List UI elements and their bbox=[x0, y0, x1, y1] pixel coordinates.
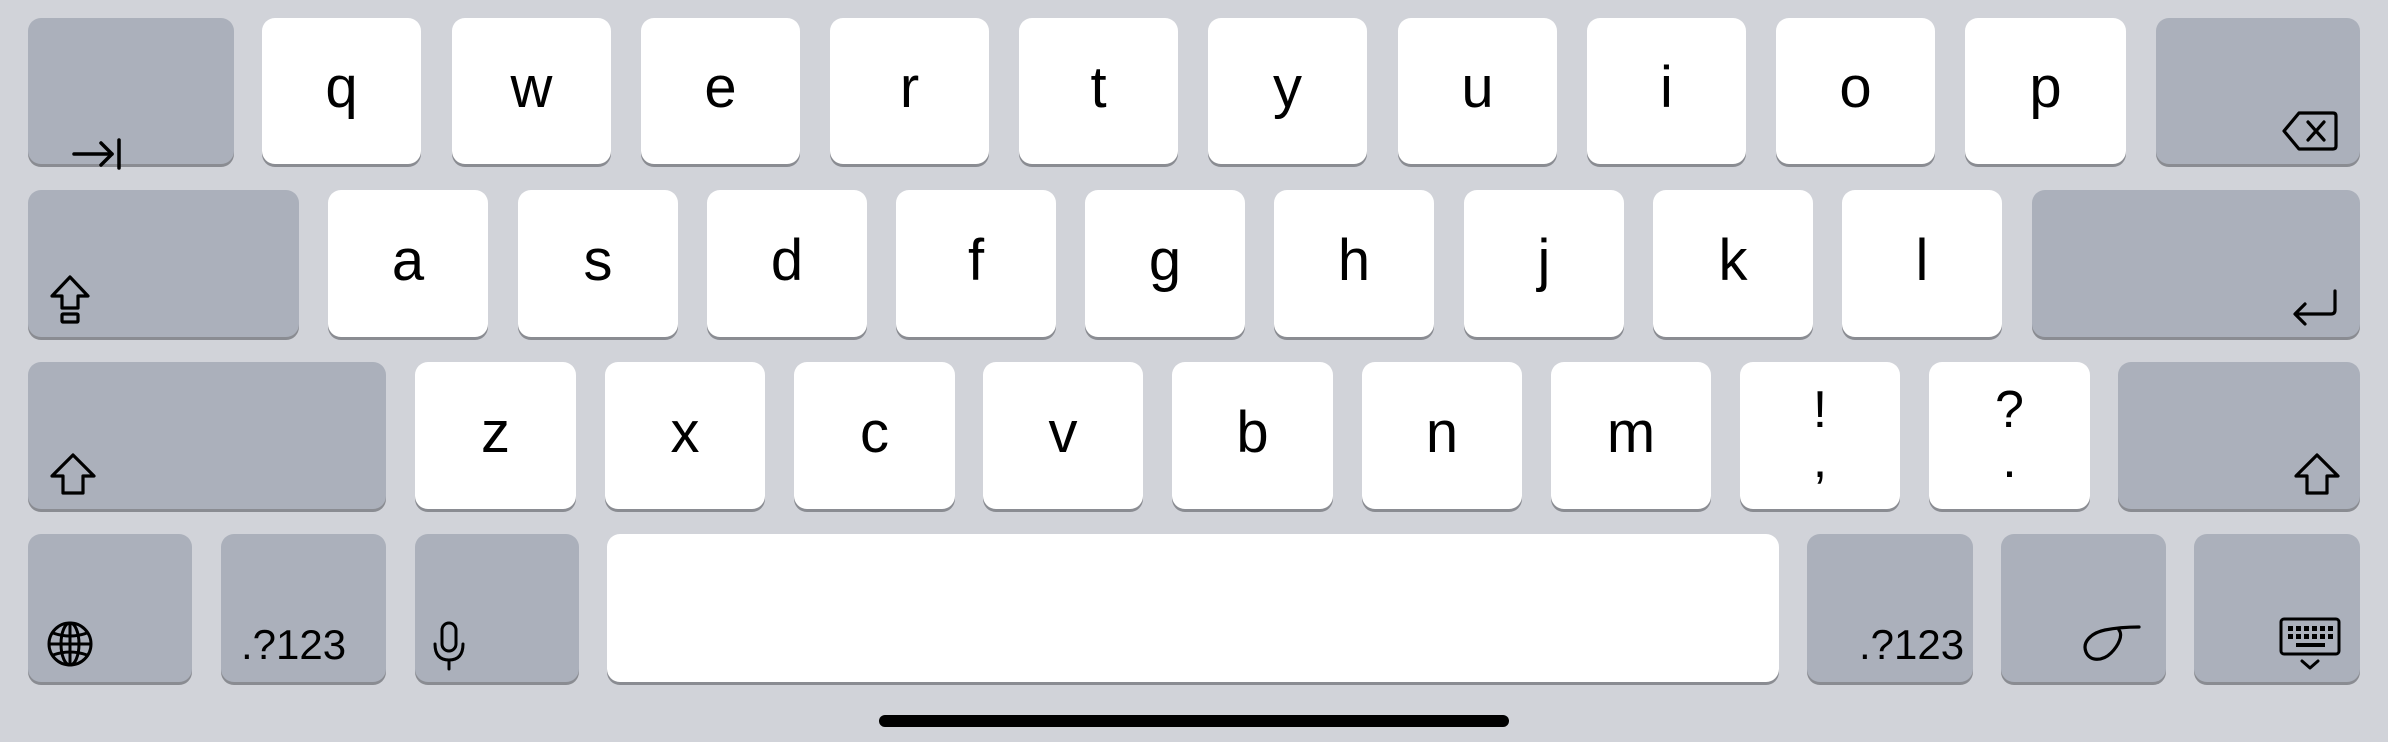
key-label: m bbox=[1606, 399, 1656, 465]
key-top-label: ! bbox=[1812, 381, 1828, 439]
key-z[interactable]: z bbox=[415, 362, 576, 509]
key-label: b bbox=[1236, 399, 1269, 465]
key-o[interactable]: o bbox=[1776, 18, 1935, 164]
key-label: g bbox=[1148, 227, 1182, 293]
tab-icon bbox=[72, 138, 121, 170]
key-s[interactable]: s bbox=[518, 190, 678, 337]
return-key[interactable] bbox=[2032, 190, 2360, 337]
key-g[interactable]: g bbox=[1085, 190, 1245, 337]
key-x[interactable]: x bbox=[605, 362, 765, 509]
key-h[interactable]: h bbox=[1274, 190, 1434, 337]
key-bottom-label: , bbox=[1812, 431, 1828, 489]
key-m[interactable]: m bbox=[1551, 362, 1711, 509]
dictation-key[interactable] bbox=[415, 534, 579, 682]
key-label: p bbox=[2029, 55, 2062, 120]
key-label: h bbox=[1337, 227, 1371, 293]
question-period-key[interactable]: ? . bbox=[1929, 362, 2090, 509]
tab-key[interactable] bbox=[28, 18, 234, 170]
dismiss-keyboard-key[interactable] bbox=[2194, 534, 2360, 682]
key-label: c bbox=[860, 399, 889, 465]
key-label: o bbox=[1839, 55, 1872, 120]
delete-key[interactable] bbox=[2156, 18, 2360, 164]
numbers-key-right[interactable]: .?123 bbox=[1807, 534, 1973, 682]
numbers-key-label: .?123 bbox=[1859, 621, 1965, 668]
left-shift-key[interactable] bbox=[28, 362, 386, 509]
key-top-label: ? bbox=[1995, 381, 2024, 439]
key-label: w bbox=[510, 55, 553, 120]
key-label: r bbox=[899, 55, 920, 120]
key-label: k bbox=[1718, 227, 1748, 293]
key-label: t bbox=[1090, 55, 1107, 120]
key-label: v bbox=[1048, 399, 1078, 465]
shift-icon bbox=[2294, 453, 2340, 495]
shift-icon bbox=[50, 453, 96, 495]
caps-lock-key[interactable] bbox=[28, 190, 299, 337]
key-u[interactable]: u bbox=[1398, 18, 1557, 164]
key-label: i bbox=[1660, 55, 1673, 120]
key-n[interactable]: n bbox=[1362, 362, 1522, 509]
globe-key[interactable] bbox=[28, 534, 192, 682]
key-label: e bbox=[704, 55, 737, 120]
key-label: y bbox=[1273, 55, 1302, 120]
key-label: a bbox=[391, 227, 425, 293]
microphone-icon bbox=[433, 621, 465, 671]
right-shift-key[interactable] bbox=[2118, 362, 2360, 509]
exclamation-comma-key[interactable]: ! , bbox=[1740, 362, 1900, 509]
key-label: x bbox=[670, 399, 700, 465]
key-label: z bbox=[481, 399, 510, 465]
home-indicator[interactable] bbox=[879, 715, 1509, 727]
key-y[interactable]: y bbox=[1208, 18, 1367, 164]
numbers-key-left[interactable]: .?123 bbox=[221, 534, 386, 682]
key-q[interactable]: q bbox=[262, 18, 421, 164]
key-w[interactable]: w bbox=[452, 18, 611, 164]
key-p[interactable]: p bbox=[1965, 18, 2126, 164]
space-bar[interactable] bbox=[607, 534, 1779, 682]
key-a[interactable]: a bbox=[328, 190, 488, 337]
key-e[interactable]: e bbox=[641, 18, 800, 164]
delete-icon bbox=[2282, 111, 2338, 151]
key-label: j bbox=[1537, 227, 1551, 293]
key-v[interactable]: v bbox=[983, 362, 1143, 509]
return-icon bbox=[2293, 289, 2337, 326]
key-l[interactable]: l bbox=[1842, 190, 2002, 337]
key-label: u bbox=[1461, 55, 1494, 120]
handwriting-key[interactable] bbox=[2001, 534, 2166, 682]
caps-lock-icon bbox=[50, 275, 90, 324]
keyboard-dismiss-icon bbox=[2279, 617, 2341, 670]
onscreen-keyboard: q w e r t y u i o p a s d f g h j k l z … bbox=[0, 0, 2388, 742]
key-f[interactable]: f bbox=[896, 190, 1056, 337]
key-label: n bbox=[1425, 399, 1459, 465]
scribble-icon bbox=[2083, 625, 2141, 661]
key-j[interactable]: j bbox=[1464, 190, 1624, 337]
key-i[interactable]: i bbox=[1587, 18, 1746, 164]
key-r[interactable]: r bbox=[830, 18, 989, 164]
key-label: d bbox=[770, 227, 804, 293]
globe-icon bbox=[47, 621, 93, 667]
key-label: f bbox=[967, 227, 985, 293]
key-d[interactable]: d bbox=[707, 190, 867, 337]
key-k[interactable]: k bbox=[1653, 190, 1813, 337]
key-bottom-label: . bbox=[2002, 431, 2017, 489]
key-label: q bbox=[325, 55, 358, 120]
key-label: l bbox=[1915, 227, 1929, 293]
key-b[interactable]: b bbox=[1172, 362, 1333, 509]
key-t[interactable]: t bbox=[1019, 18, 1178, 164]
key-label: s bbox=[583, 227, 613, 293]
key-c[interactable]: c bbox=[794, 362, 955, 509]
numbers-key-label: .?123 bbox=[241, 621, 347, 668]
